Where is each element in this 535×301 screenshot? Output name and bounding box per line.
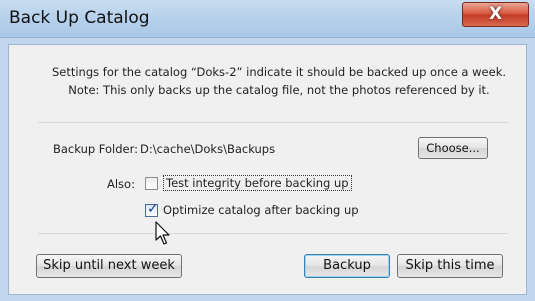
optimize-label[interactable]: Optimize catalog after backing up — [163, 203, 359, 217]
close-icon: X — [488, 4, 503, 24]
test-integrity-checkbox[interactable] — [145, 177, 158, 190]
skip-until-next-week-button[interactable]: Skip until next week — [36, 254, 182, 278]
message-line-2: Note: This only backs up the catalog fil… — [68, 83, 490, 97]
window-title: Back Up Catalog — [9, 8, 150, 28]
backup-folder-label: Backup Folder: — [53, 142, 139, 156]
skip-this-time-button[interactable]: Skip this time — [397, 254, 503, 278]
choose-button[interactable]: Choose... — [418, 137, 488, 159]
message-line-1: Settings for the catalog “Doks-2” indica… — [51, 65, 507, 79]
close-button[interactable]: X — [462, 2, 529, 27]
also-label: Also: — [107, 177, 135, 191]
backup-folder-path: D:\cache\Doks\Backups — [140, 142, 276, 156]
test-integrity-label[interactable]: Test integrity before backing up — [163, 175, 352, 191]
backup-button[interactable]: Backup — [304, 254, 390, 278]
title-bar: Back Up Catalog X — [0, 0, 535, 38]
arrow-pointer-icon — [155, 221, 173, 251]
optimize-checkbox[interactable]: ✓ — [145, 201, 159, 217]
checkmark-icon: ✓ — [147, 201, 159, 217]
